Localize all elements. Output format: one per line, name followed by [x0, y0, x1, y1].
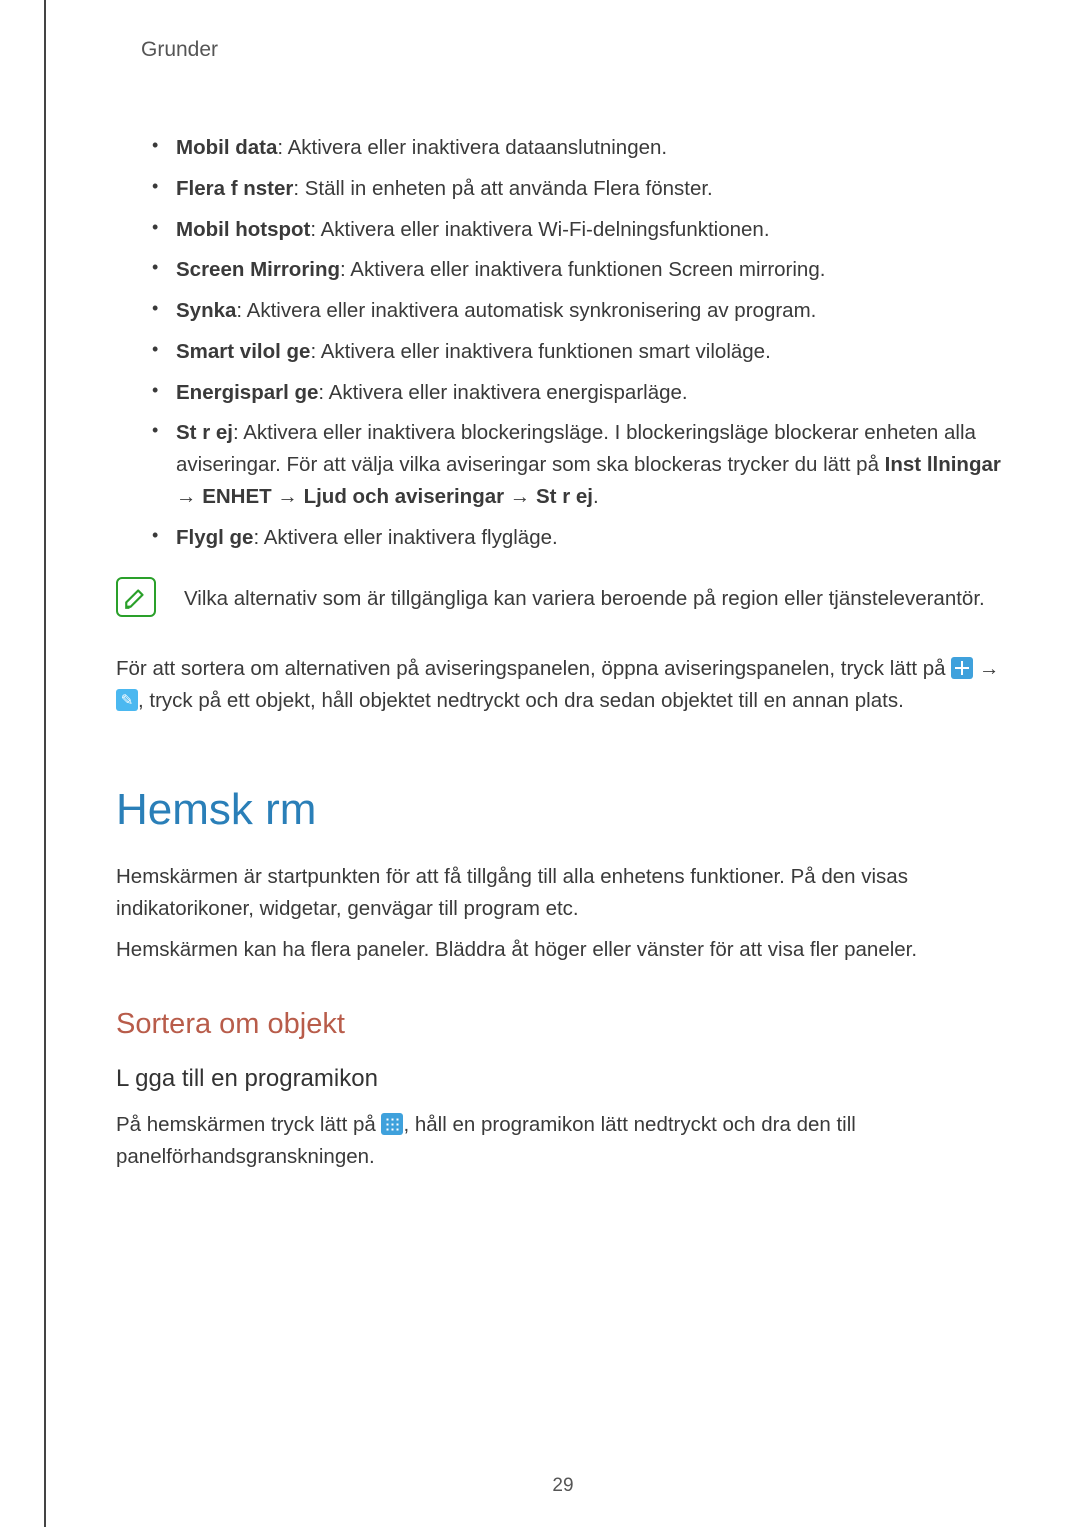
text: På hemskärmen tryck lätt på: [116, 1113, 381, 1136]
term: St r ej: [176, 421, 233, 444]
list-item: Energisparl ge: Aktivera eller inaktiver…: [148, 377, 1010, 409]
grid-icon: [951, 657, 973, 679]
note-icon: [116, 577, 156, 617]
apps-icon: [381, 1113, 403, 1135]
pencil-icon: [116, 689, 138, 711]
desc: : Aktivera eller inaktivera funktionen s…: [310, 340, 770, 363]
list-item: Screen Mirroring: Aktivera eller inaktiv…: [148, 254, 1010, 286]
arrow: →: [176, 485, 202, 508]
header-tab: Grunder: [141, 38, 1010, 62]
term: Flera f nster: [176, 177, 293, 200]
desc: : Aktivera eller inaktivera dataanslutni…: [277, 136, 667, 159]
note-callout: Vilka alternativ som är tillgängliga kan…: [116, 577, 1010, 617]
nav-path: ENHET: [202, 485, 271, 508]
paragraph: Hemskärmen är startpunkten för att få ti…: [116, 861, 1010, 925]
nav-path: Ljud och aviseringar: [304, 485, 505, 508]
list-item: Synka: Aktivera eller inaktivera automat…: [148, 295, 1010, 327]
desc: : Aktivera eller inaktivera flygläge.: [253, 526, 557, 549]
desc: : Aktivera eller inaktivera blockeringsl…: [176, 421, 976, 476]
nav-path: Inst llningar: [885, 453, 1001, 476]
paragraph: Hemskärmen kan ha flera paneler. Bläddra…: [116, 934, 1010, 966]
period: .: [593, 485, 599, 508]
paragraph: På hemskärmen tryck lätt på , håll en pr…: [116, 1109, 1010, 1173]
arrow: →: [504, 485, 536, 508]
nav-path: St r ej: [536, 485, 593, 508]
term: Smart vilol ge: [176, 340, 310, 363]
term: Energisparl ge: [176, 381, 318, 404]
subsubsection-heading: L gga till en programikon: [116, 1065, 1010, 1093]
list-item: Mobil data: Aktivera eller inaktivera da…: [148, 132, 1010, 164]
note-text: Vilka alternativ som är tillgängliga kan…: [184, 577, 985, 615]
list-item: Smart vilol ge: Aktivera eller inaktiver…: [148, 336, 1010, 368]
term: Synka: [176, 299, 236, 322]
page: Grunder Mobil data: Aktivera eller inakt…: [44, 0, 1080, 1527]
page-number: 29: [46, 1475, 1080, 1497]
desc: : Aktivera eller inaktivera automatisk s…: [236, 299, 816, 322]
list-item: Flera f nster: Ställ in enheten på att a…: [148, 173, 1010, 205]
term: Mobil data: [176, 136, 277, 159]
text: För att sortera om alternativen på avise…: [116, 657, 951, 680]
term: Flygl ge: [176, 526, 253, 549]
text: , tryck på ett objekt, håll objektet ned…: [138, 689, 904, 712]
list-item: Flygl ge: Aktivera eller inaktivera flyg…: [148, 522, 1010, 554]
desc: : Aktivera eller inaktivera funktionen S…: [340, 258, 825, 281]
list-item: St r ej: Aktivera eller inaktivera block…: [148, 417, 1010, 512]
sort-instruction: För att sortera om alternativen på avise…: [116, 653, 1010, 717]
arrow: →: [272, 485, 304, 508]
desc: : Ställ in enheten på att använda Flera …: [293, 177, 712, 200]
term: Screen Mirroring: [176, 258, 340, 281]
definition-list: Mobil data: Aktivera eller inaktivera da…: [148, 132, 1010, 553]
list-item: Mobil hotspot: Aktivera eller inaktivera…: [148, 214, 1010, 246]
pen-stroke-icon: [123, 584, 149, 610]
desc: : Aktivera eller inaktivera energisparlä…: [318, 381, 687, 404]
term: Mobil hotspot: [176, 218, 310, 241]
arrow: →: [973, 657, 999, 680]
section-heading: Hemsk rm: [116, 785, 1010, 835]
subsection-heading: Sortera om objekt: [116, 1008, 1010, 1041]
desc: : Aktivera eller inaktivera Wi-Fi-delnin…: [310, 218, 769, 241]
